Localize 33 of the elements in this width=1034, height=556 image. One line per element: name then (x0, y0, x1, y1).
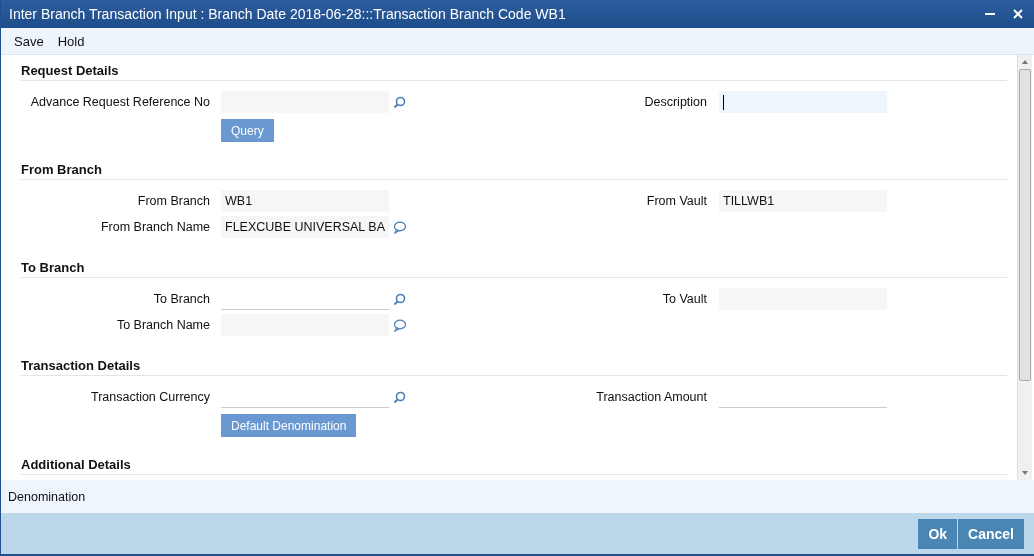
bottom-tab[interactable]: Denomination (8, 489, 86, 504)
search-icon[interactable] (393, 95, 406, 109)
section-heading: To Branch (21, 260, 1007, 278)
window-title: Inter Branch Transaction Input : Branch Date 2018-06-28:::Transaction Branch Code WB1 (9, 6, 566, 22)
field-label: Advance Request Reference No (29, 95, 211, 109)
field-label: From Branch Name (99, 220, 211, 234)
input-field[interactable]: TILLWB1 (719, 190, 887, 212)
search-icon[interactable] (393, 292, 406, 306)
field-label: From Branch (136, 194, 211, 208)
field-label: To Branch Name (115, 318, 211, 332)
speech-bubble-icon[interactable] (393, 220, 406, 234)
menu-item[interactable]: Save (7, 31, 51, 51)
field-label: Transaction Currency (89, 390, 211, 404)
field-label: Description (643, 95, 708, 109)
section-heading: Additional Details (21, 457, 1007, 475)
dialog-button[interactable]: Ok (918, 518, 958, 549)
close-icon[interactable] (1012, 8, 1024, 20)
speech-bubble-icon[interactable] (393, 318, 406, 332)
input-field[interactable]: FLEXCUBE UNIVERSAL BA (221, 216, 389, 238)
field-label: Transaction Amount (595, 390, 708, 404)
section-heading: Request Details (21, 63, 1007, 81)
field-label: From Vault (645, 194, 708, 208)
field-label: To Vault (661, 292, 708, 306)
text-cursor (723, 94, 724, 110)
field-label: To Branch (152, 292, 211, 306)
search-icon[interactable] (393, 390, 406, 404)
section-heading: Transaction Details (21, 358, 1007, 376)
input-field[interactable]: WB1 (221, 190, 389, 212)
menu-item[interactable]: Hold (50, 31, 92, 51)
scrollbar[interactable] (1017, 55, 1032, 480)
input-field[interactable] (719, 91, 887, 113)
section-heading: From Branch (21, 162, 1007, 180)
dialog-button[interactable]: Cancel (958, 518, 1024, 549)
